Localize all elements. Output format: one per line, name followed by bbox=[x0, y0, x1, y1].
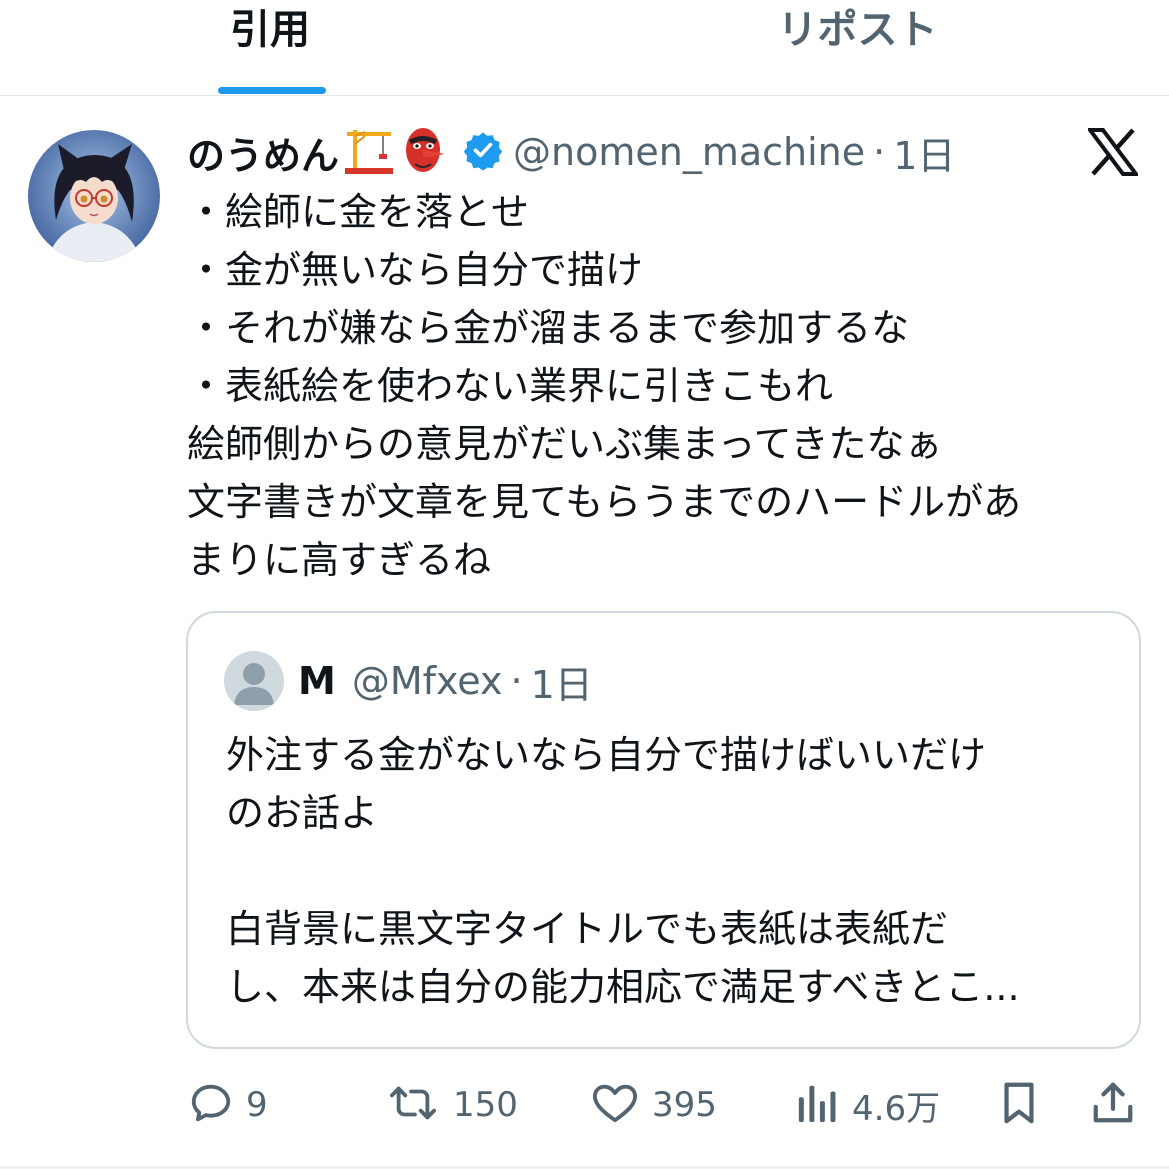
tab-reposts[interactable]: リポスト bbox=[745, 0, 970, 95]
tweet-line: 文字書きが文章を見てもらうまでのハードルがあ bbox=[187, 480, 1022, 524]
active-tab-indicator bbox=[218, 87, 326, 94]
quoted-timestamp[interactable]: 1日 bbox=[531, 654, 593, 709]
share-button[interactable] bbox=[1090, 1070, 1136, 1140]
quoted-line bbox=[226, 842, 1126, 900]
header-separator: · bbox=[873, 130, 886, 174]
tweet-line: 絵師側からの意見がだいぶ集まってきたなぁ bbox=[187, 422, 943, 466]
heart-icon bbox=[590, 1080, 640, 1130]
reply-icon bbox=[188, 1080, 234, 1130]
verified-badge-icon bbox=[463, 130, 503, 174]
tweet-line: まりに高すぎるね bbox=[187, 538, 492, 582]
author-handle[interactable]: @nomen_machine bbox=[513, 130, 865, 174]
tweet-action-bar: 9 150 395 4.6万 bbox=[0, 1070, 1169, 1140]
tweet-line: ・それが嫌なら金が溜まるまで参加するな bbox=[187, 306, 910, 350]
crane-emoji-icon bbox=[343, 124, 395, 180]
quoted-tweet-text: 外注する金がないなら自分で描けばいいだけ のお話よ 白背景に黒文字タイトルでも表… bbox=[226, 726, 1126, 1016]
tweet-line: ・金が無いなら自分で描け bbox=[187, 248, 644, 292]
tab-bar: 引用 リポスト bbox=[0, 0, 1169, 96]
quoted-tweet-header: M @Mfxex · 1日 bbox=[298, 653, 593, 709]
quoted-header-separator: · bbox=[510, 659, 523, 703]
quoted-line: 白背景に黒文字タイトルでも表紙は表紙だ bbox=[226, 907, 949, 951]
quoted-line: のお話よ bbox=[226, 791, 379, 835]
x-logo-icon bbox=[1086, 128, 1140, 180]
tab-quotes[interactable]: 引用 bbox=[170, 0, 370, 95]
bookmark-button[interactable] bbox=[998, 1070, 1040, 1140]
quoted-author-avatar[interactable] bbox=[224, 651, 284, 711]
quoted-author-name[interactable]: M bbox=[298, 659, 336, 703]
quoted-line: 外注する金がないなら自分で描けばいいだけ bbox=[226, 733, 987, 777]
views-button[interactable]: 4.6万 bbox=[796, 1070, 940, 1140]
repost-count: 150 bbox=[453, 1085, 518, 1125]
tengu-mask-emoji-icon bbox=[399, 124, 451, 180]
views-chart-icon bbox=[796, 1080, 840, 1130]
like-count: 395 bbox=[652, 1085, 717, 1125]
tab-reposts-label: リポスト bbox=[777, 7, 938, 53]
repost-button[interactable]: 150 bbox=[385, 1070, 518, 1140]
quoted-author-handle[interactable]: @Mfxex bbox=[352, 659, 503, 703]
quoted-line: し、本来は自分の能力相応で満足すべきとこ... bbox=[226, 965, 1020, 1009]
tweet-line: ・表紙絵を使わない業界に引きこもれ bbox=[187, 364, 834, 408]
quoted-tweet-card[interactable]: M @Mfxex · 1日 外注する金がないなら自分で描けばいいだけ のお話よ … bbox=[186, 611, 1141, 1049]
tweet-header: のうめん @nomen_machine · 1日 bbox=[187, 122, 955, 182]
author-avatar[interactable] bbox=[28, 130, 160, 262]
tweet-timestamp[interactable]: 1日 bbox=[893, 125, 955, 180]
view-count: 4.6万 bbox=[852, 1088, 941, 1129]
repost-icon bbox=[385, 1080, 441, 1130]
reply-count: 9 bbox=[246, 1085, 268, 1125]
share-icon bbox=[1090, 1080, 1136, 1130]
bookmark-icon bbox=[998, 1080, 1040, 1130]
tab-quotes-label: 引用 bbox=[230, 7, 310, 53]
like-button[interactable]: 395 bbox=[590, 1070, 717, 1140]
reply-button[interactable]: 9 bbox=[188, 1070, 268, 1140]
tweet-line: ・絵師に金を落とせ bbox=[187, 190, 530, 234]
tweet-text: ・絵師に金を落とせ ・金が無いなら自分で描け ・それが嫌なら金が溜まるまで参加す… bbox=[187, 183, 1137, 589]
author-display-name[interactable]: のうめん bbox=[187, 125, 339, 180]
